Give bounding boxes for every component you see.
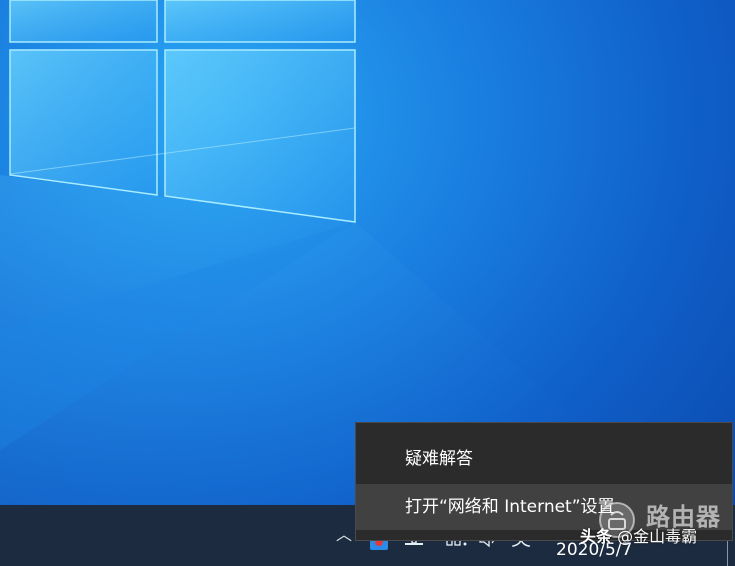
chevron-up-icon[interactable]: ︿ <box>333 524 355 546</box>
watermark-source: 头条 <box>580 527 613 546</box>
watermark-handle: @金山毒霸 <box>617 527 698 546</box>
watermark: 路由器 头条 @金山毒霸 <box>580 497 730 547</box>
menu-item-troubleshoot[interactable]: 疑难解答 <box>356 436 732 482</box>
watermark-author: 头条 @金山毒霸 <box>580 527 697 547</box>
